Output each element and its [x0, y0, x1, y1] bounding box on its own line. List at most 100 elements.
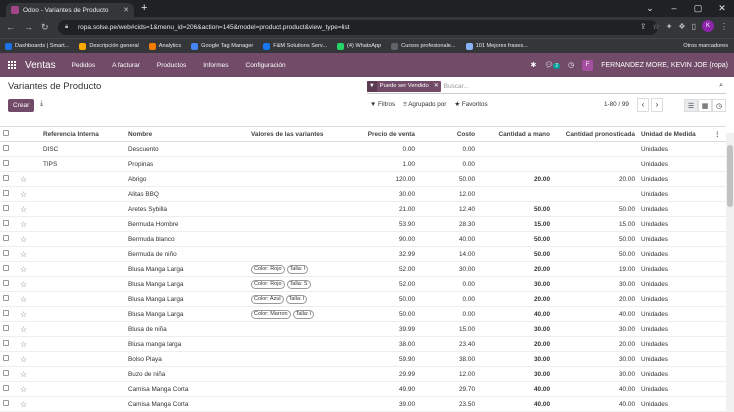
table-row[interactable]: ☆ Blusa manga larga 38.00 23.40 20.00 20.00 Un…	[0, 336, 726, 352]
table-row[interactable]: ☆ Buzo de niña 29.99 12.00 30.00 30.00 Unidade…	[0, 366, 726, 382]
row-checkbox[interactable]	[0, 171, 17, 187]
favorites-button[interactable]: ★ Favoritos	[454, 101, 487, 108]
share-icon[interactable]: ⇪	[640, 22, 647, 31]
chat-icon[interactable]: 💬︎ 2	[544, 61, 561, 69]
search-input[interactable]: Buscar...	[444, 83, 719, 90]
row-checkbox[interactable]	[0, 366, 17, 382]
remove-facet-icon[interactable]: ✕	[432, 83, 441, 89]
optional-columns-icon[interactable]: ⋮	[711, 126, 726, 142]
favorite-star-icon[interactable]: ☆	[17, 186, 40, 202]
menu-pedidos[interactable]: Pedidos	[72, 62, 96, 69]
table-row[interactable]: ☆ Bolso Playa 59.90 38.00 30.00 30.00 Unidades	[0, 351, 726, 367]
col-ref[interactable]: Referencia Interna	[40, 126, 125, 142]
favorite-star-icon[interactable]: ☆	[17, 291, 40, 307]
user-avatar[interactable]: F	[582, 59, 594, 71]
activity-view-icon[interactable]: ◷	[712, 99, 726, 112]
pager-next-icon[interactable]: ›	[651, 98, 663, 112]
row-checkbox[interactable]	[0, 291, 17, 307]
other-bookmarks[interactable]: Otros marcadores	[683, 39, 728, 54]
forward-icon[interactable]: →	[24, 22, 33, 32]
table-row[interactable]: ☆ Aretes Sybilla 21.00 12.40 50.00 50.00 Unida…	[0, 201, 726, 217]
table-row[interactable]: ☆ Bermuda Hombre 53.90 28.30 15.00 15.00 Unida…	[0, 216, 726, 232]
search-icon[interactable]: ⌕	[719, 82, 723, 90]
table-row[interactable]: ☆ Camisa Manga Corta 39.00 23.50 40.00 40.00 U…	[0, 396, 726, 412]
favorite-star-icon[interactable]	[17, 156, 40, 172]
table-row[interactable]: TIPS Propinas 1.00 0.00 Unidades	[0, 156, 726, 172]
user-name[interactable]: FERNANDEZ MORE, KEVIN JOE (ropa)	[601, 62, 728, 69]
pager-value[interactable]: 1-80 / 99	[604, 101, 629, 108]
kebab-menu-icon[interactable]: ⋮	[720, 22, 728, 31]
row-checkbox[interactable]	[0, 246, 17, 262]
col-forecast[interactable]: Cantidad pronosticada	[553, 126, 638, 142]
row-checkbox[interactable]	[0, 396, 17, 412]
row-checkbox[interactable]	[0, 216, 17, 232]
extension-icon[interactable]: ✦	[666, 22, 673, 31]
table-row[interactable]: ☆ Blusa Manga Larga Color: Rojo Talla: l 52.…	[0, 261, 726, 277]
table-row[interactable]: ☆ Alitas BBQ 30.00 12.00 Unidades	[0, 186, 726, 202]
clock-icon[interactable]: ◷	[568, 61, 574, 69]
filters-button[interactable]: ▼ Filtros	[370, 101, 395, 108]
menu-informes[interactable]: Informes	[203, 62, 228, 69]
favorite-star-icon[interactable]: ☆	[17, 246, 40, 262]
table-row[interactable]: ☆ Blusa Manga Larga Color: Marron Talla: l5…	[0, 306, 726, 322]
favorite-star-icon[interactable]: ☆	[17, 231, 40, 247]
favorite-star-icon[interactable]: ☆	[17, 216, 40, 232]
puzzle-icon[interactable]: ❖	[678, 22, 685, 31]
app-name[interactable]: Ventas	[25, 60, 56, 71]
chevron-down-icon[interactable]: ⌄	[638, 0, 662, 17]
bookmark-item[interactable]: Cursos profesionale...	[391, 42, 456, 50]
favorite-star-icon[interactable]: ☆	[17, 336, 40, 352]
profile-avatar[interactable]: K	[702, 20, 714, 32]
scrollbar[interactable]	[726, 133, 734, 412]
list-view-icon[interactable]: ☰	[684, 99, 698, 112]
menu-productos[interactable]: Productos	[157, 62, 186, 69]
menu-a-facturar[interactable]: A facturar	[112, 62, 140, 69]
table-row[interactable]: ☆ Abrigo 120.00 50.00 20.00 20.00 Unidades	[0, 171, 726, 187]
row-checkbox[interactable]	[0, 261, 17, 277]
bookmark-item[interactable]: (4) WhatsApp	[336, 42, 381, 50]
favorite-star-icon[interactable]: ☆	[17, 171, 40, 187]
table-row[interactable]: ☆ Blusa de niña 39.99 15.00 30.00 30.00 Unidad…	[0, 321, 726, 337]
search-facet[interactable]: ▼ Puede ser Vendido ✕	[367, 80, 441, 92]
table-row[interactable]: ☆ Bermuda blanco 90.00 40.00 50.00 50.00 Unida…	[0, 231, 726, 247]
row-checkbox[interactable]	[0, 381, 17, 397]
favorite-star-icon[interactable]: ☆	[17, 276, 40, 292]
col-cost[interactable]: Costo	[418, 126, 478, 142]
col-onhand[interactable]: Cantidad a mano	[478, 126, 553, 142]
bookmark-star-icon[interactable]: ☆	[653, 22, 660, 31]
favorite-star-icon[interactable]: ☆	[17, 351, 40, 367]
table-row[interactable]: ☆ Blusa Manga Larga Color: Rojo Talla: S 52.…	[0, 276, 726, 292]
bookmark-item[interactable]: Analytics	[148, 42, 181, 50]
favorite-star-icon[interactable]: ☆	[17, 306, 40, 322]
row-checkbox[interactable]	[0, 276, 17, 292]
col-variants[interactable]: Valores de las variantes	[248, 126, 355, 142]
row-checkbox[interactable]	[0, 186, 17, 202]
favorite-star-icon[interactable]: ☆	[17, 321, 40, 337]
row-checkbox[interactable]	[0, 201, 17, 217]
table-row[interactable]: ☆ Camisa Manga Corta 49.90 29.70 40.00 40.00 U…	[0, 381, 726, 397]
bookmark-item[interactable]: 101 Mejores frases...	[465, 42, 528, 50]
favorite-star-icon[interactable]: ☆	[17, 381, 40, 397]
table-row[interactable]: ☆ Bermuda de niño 32.99 14.00 50.00 50.00 Unid…	[0, 246, 726, 262]
table-row[interactable]: DISC Descuento 0.00 0.00 Unidades	[0, 141, 726, 157]
sidepanel-icon[interactable]: ▯	[692, 22, 696, 31]
bug-icon[interactable]: ✱	[531, 61, 537, 69]
url-input[interactable]: 🔒︎ ropa.solse.pe/web#cids=1&menu_id=206&…	[58, 20, 658, 35]
bookmark-item[interactable]: Dashboards | Smart...	[5, 42, 69, 50]
kanban-view-icon[interactable]: ▦	[698, 99, 712, 112]
favorite-star-icon[interactable]	[17, 141, 40, 157]
table-row[interactable]: ☆ Blusa Manga Larga Color: Azul Talla: l 50.…	[0, 291, 726, 307]
row-checkbox[interactable]	[0, 231, 17, 247]
create-button[interactable]: Crear	[8, 99, 35, 112]
close-tab-icon[interactable]: ✕	[123, 6, 129, 14]
col-uom[interactable]: Unidad de Medida	[638, 126, 711, 142]
maximize-icon[interactable]: ▢	[686, 0, 710, 17]
row-checkbox[interactable]	[0, 156, 17, 172]
download-icon[interactable]: ⤓	[40, 100, 43, 108]
col-price[interactable]: Precio de venta	[355, 126, 418, 142]
menu-configuracion[interactable]: Configuración	[246, 62, 286, 69]
bookmark-item[interactable]: Google Tag Manager	[191, 42, 253, 50]
back-icon[interactable]: ←	[6, 22, 15, 32]
row-checkbox[interactable]	[0, 306, 17, 322]
favorite-star-icon[interactable]: ☆	[17, 261, 40, 277]
